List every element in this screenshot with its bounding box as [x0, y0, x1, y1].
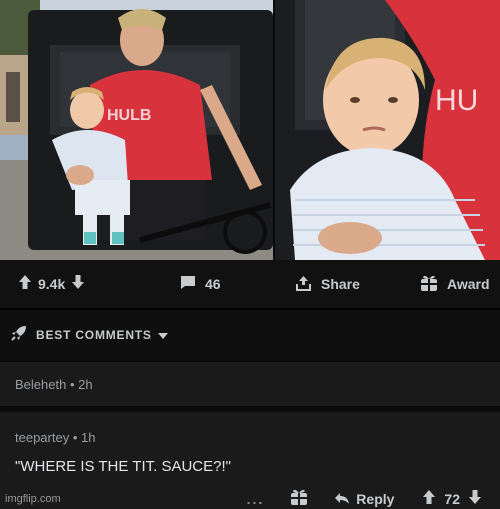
share-button[interactable]: Share	[295, 275, 420, 294]
arrow-down-icon[interactable]	[71, 274, 85, 295]
comment-meta: teepartey • 1h	[15, 430, 95, 445]
award-button[interactable]: Award	[420, 274, 490, 295]
comment-body: "WHERE IS THE TIT. SAUCE?!"	[15, 458, 231, 475]
comment-actions: ... Reply 72	[247, 488, 482, 509]
post-image[interactable]: HULB HU	[0, 0, 500, 260]
svg-text:HULB: HULB	[107, 107, 151, 124]
award-label: Award	[447, 276, 490, 292]
meta-separator: •	[72, 430, 81, 445]
rocket-icon	[10, 324, 28, 347]
sort-label: BEST COMMENTS	[36, 328, 152, 342]
photo-baby-closeup: HU	[275, 0, 500, 260]
share-label: Share	[321, 276, 360, 292]
photo-man-holding-baby: HULB	[0, 0, 273, 260]
reply-button[interactable]: Reply	[334, 491, 394, 507]
comment-author[interactable]: teepartey	[15, 430, 69, 445]
comment-vote-group: 72	[422, 489, 482, 508]
post-vote-count: 9.4k	[38, 276, 66, 292]
post-action-bar: 9.4k 46 Share Award	[0, 260, 500, 308]
chevron-down-icon	[157, 326, 168, 344]
reply-label: Reply	[356, 490, 395, 507]
comment-vote-count: 72	[444, 490, 460, 507]
more-options-button[interactable]: ...	[247, 491, 265, 507]
comments-button[interactable]: 46	[180, 275, 295, 293]
share-icon	[295, 275, 321, 294]
arrow-up-icon[interactable]	[422, 489, 436, 508]
arrow-down-icon[interactable]	[468, 489, 482, 508]
comment-collapsed[interactable]: Beleheth • 2h	[0, 362, 500, 406]
arrow-up-icon[interactable]	[18, 274, 32, 295]
comment: teepartey • 1h "WHERE IS THE TIT. SAUCE?…	[0, 412, 500, 509]
reply-arrow-icon	[335, 493, 350, 504]
comment-age: 2h	[78, 377, 93, 392]
svg-text:HU: HU	[435, 84, 478, 117]
comment-age: 1h	[81, 430, 96, 445]
gift-icon[interactable]	[290, 488, 308, 509]
comment-meta: Beleheth • 2h	[15, 377, 93, 392]
comment-author[interactable]: Beleheth	[15, 377, 66, 392]
watermark: imgflip.com	[5, 493, 61, 505]
meta-separator: •	[69, 377, 79, 392]
comment-sort-selector[interactable]: BEST COMMENTS	[0, 310, 500, 360]
comment-count: 46	[205, 276, 221, 292]
comment-bubble-icon	[180, 275, 205, 293]
gift-icon	[420, 274, 447, 295]
post-vote-group: 9.4k	[18, 274, 148, 295]
